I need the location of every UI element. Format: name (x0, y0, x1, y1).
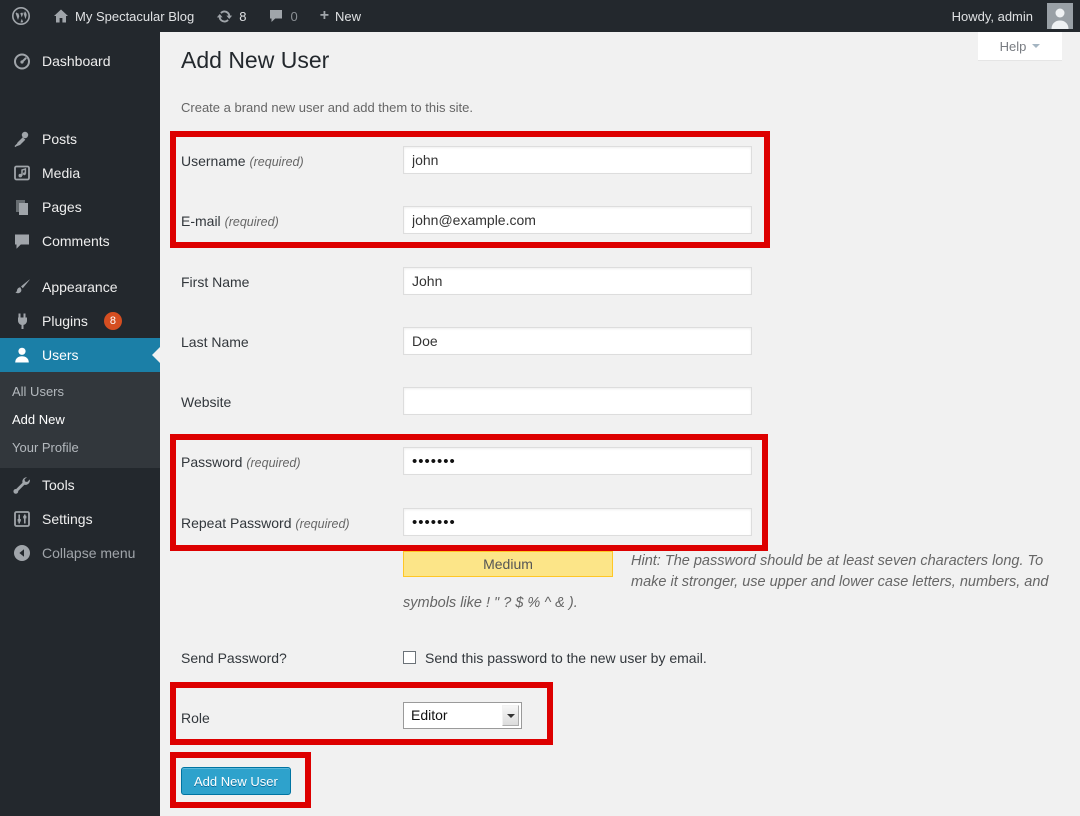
comment-count: 0 (290, 9, 297, 24)
plug-icon (12, 311, 32, 331)
site-name-label: My Spectacular Blog (75, 9, 194, 24)
repeat-password-required-note: (required) (295, 517, 349, 531)
users-submenu: All Users Add New Your Profile (0, 372, 160, 468)
wordpress-logo-icon (11, 6, 31, 26)
admin-sidebar: Dashboard Posts Media Pages Comments (0, 32, 160, 816)
user-icon (12, 345, 32, 365)
sliders-icon (12, 509, 32, 529)
username-required-note: (required) (249, 155, 303, 169)
sidebar-item-plugins[interactable]: Plugins 8 (0, 304, 160, 338)
submenu-item-your-profile[interactable]: Your Profile (0, 434, 160, 462)
send-password-checkbox-label: Send this password to the new user by em… (425, 650, 707, 666)
active-menu-arrow (144, 347, 160, 363)
first-name-label: First Name (181, 274, 249, 290)
sidebar-item-tools[interactable]: Tools (0, 468, 160, 502)
role-select[interactable]: Editor (403, 702, 522, 729)
sidebar-item-media[interactable]: Media (0, 156, 160, 190)
add-new-user-button[interactable]: Add New User (181, 767, 291, 795)
new-label: New (335, 9, 361, 24)
sidebar-item-collapse-menu[interactable]: Collapse menu (0, 536, 160, 570)
wordpress-logo-menu[interactable] (0, 0, 42, 32)
password-label: Password (required) (181, 454, 301, 470)
website-input[interactable] (403, 387, 752, 415)
sidebar-item-label: Posts (42, 131, 77, 147)
toolbar-left-group: My Spectacular Blog 8 0 + New (0, 0, 372, 32)
last-name-input[interactable] (403, 327, 752, 355)
home-icon (53, 8, 69, 24)
comment-bubble-icon (268, 8, 284, 24)
role-select-dropdown-button[interactable] (502, 705, 519, 726)
howdy-label: Howdy, admin (952, 9, 1033, 24)
username-label-text: Username (181, 153, 246, 169)
site-name-menu[interactable]: My Spectacular Blog (42, 0, 205, 32)
send-password-checkbox[interactable] (403, 651, 416, 664)
pages-icon (12, 197, 32, 217)
password-strength-meter: Medium (403, 551, 613, 577)
password-required-note: (required) (246, 456, 300, 470)
toolbar-right-group: Howdy, admin (941, 0, 1080, 32)
account-menu[interactable]: Howdy, admin (941, 0, 1073, 32)
avatar (1047, 3, 1073, 29)
help-button[interactable]: Help (978, 32, 1062, 61)
update-count: 8 (239, 9, 246, 24)
sidebar-item-comments[interactable]: Comments (0, 224, 160, 258)
send-password-label: Send Password? (181, 650, 287, 666)
sidebar-item-label: Pages (42, 199, 82, 215)
submenu-item-all-users[interactable]: All Users (0, 378, 160, 406)
dashboard-gauge-icon (12, 51, 32, 71)
chevron-down-icon (507, 714, 515, 722)
sidebar-item-label: Settings (42, 511, 93, 527)
password-input[interactable] (403, 447, 752, 475)
sidebar-item-label: Tools (42, 477, 75, 493)
media-note-icon (12, 163, 32, 183)
repeat-password-label: Repeat Password (required) (181, 515, 350, 531)
paintbrush-icon (12, 277, 32, 297)
comments-menu[interactable]: 0 (257, 0, 308, 32)
comment-bubble-icon (12, 231, 32, 251)
last-name-label: Last Name (181, 334, 249, 350)
help-label: Help (1000, 39, 1027, 54)
role-label: Role (181, 710, 210, 726)
email-label: E-mail (required) (181, 213, 279, 229)
sidebar-item-dashboard[interactable]: Dashboard (0, 44, 160, 78)
updates-icon (216, 8, 233, 25)
updates-menu[interactable]: 8 (205, 0, 257, 32)
sidebar-item-settings[interactable]: Settings (0, 502, 160, 536)
website-label: Website (181, 394, 231, 410)
first-name-input[interactable] (403, 267, 752, 295)
sidebar-item-label: Collapse menu (42, 545, 135, 561)
sidebar-item-label: Dashboard (42, 53, 111, 69)
page-description: Create a brand new user and add them to … (181, 100, 473, 115)
repeat-password-label-text: Repeat Password (181, 515, 292, 531)
role-selected-value: Editor (411, 707, 448, 723)
sidebar-item-pages[interactable]: Pages (0, 190, 160, 224)
new-content-menu[interactable]: + New (309, 0, 372, 32)
admin-toolbar: My Spectacular Blog 8 0 + New Howdy, adm… (0, 0, 1080, 32)
sidebar-item-label: Plugins (42, 313, 88, 329)
sidebar-item-users[interactable]: Users (0, 338, 160, 372)
password-strength-row: Medium Hint: The password should be at l… (403, 551, 1063, 614)
email-input[interactable] (403, 206, 752, 234)
username-label: Username (required) (181, 153, 304, 169)
collapse-arrow-icon (12, 543, 32, 563)
password-label-text: Password (181, 454, 242, 470)
sidebar-item-label: Users (42, 347, 79, 363)
username-input[interactable] (403, 146, 752, 174)
submenu-item-add-new[interactable]: Add New (0, 406, 160, 434)
email-required-note: (required) (225, 215, 279, 229)
page-title: Add New User (181, 47, 329, 74)
sidebar-item-label: Media (42, 165, 80, 181)
chevron-down-icon (1032, 44, 1040, 52)
sidebar-item-label: Appearance (42, 279, 118, 295)
email-label-text: E-mail (181, 213, 221, 229)
wrench-icon (12, 475, 32, 495)
sidebar-item-appearance[interactable]: Appearance (0, 270, 160, 304)
plus-icon: + (320, 8, 329, 24)
pushpin-icon (12, 129, 32, 149)
sidebar-item-posts[interactable]: Posts (0, 122, 160, 156)
sidebar-item-label: Comments (42, 233, 110, 249)
plugins-update-badge: 8 (104, 312, 122, 330)
repeat-password-input[interactable] (403, 508, 752, 536)
